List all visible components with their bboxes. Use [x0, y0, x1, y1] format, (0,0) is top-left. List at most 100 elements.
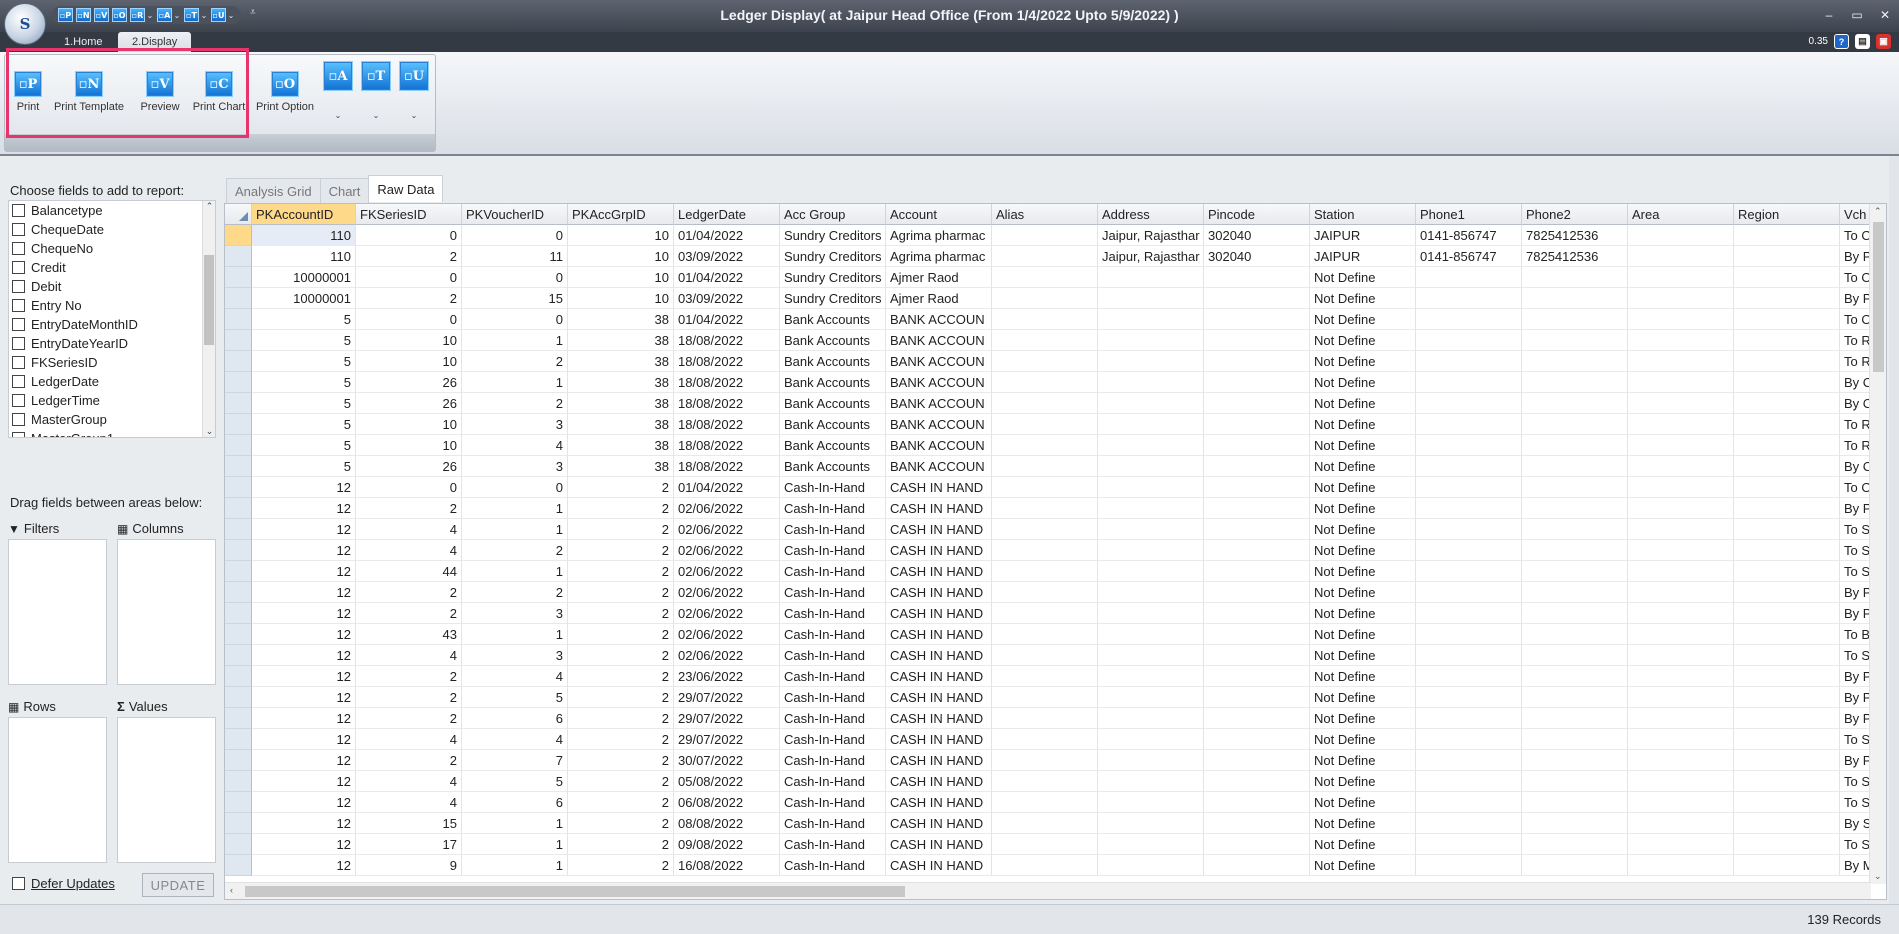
table-cell[interactable]: 02/06/2022: [674, 498, 780, 519]
table-cell[interactable]: [992, 498, 1098, 519]
table-cell[interactable]: CASH IN HAND: [886, 624, 992, 645]
table-cell[interactable]: [1098, 330, 1204, 351]
table-cell[interactable]: [1628, 414, 1734, 435]
table-cell[interactable]: [1098, 666, 1204, 687]
table-row[interactable]: 110 0 0 10 01/04/2022 Sundry Creditors Agrima …: [225, 225, 1886, 246]
table-cell[interactable]: 18/08/2022: [674, 435, 780, 456]
field-list-item[interactable]: MasterGroup: [9, 410, 215, 429]
table-cell[interactable]: Cash-In-Hand: [780, 624, 886, 645]
column-header[interactable]: FKSeriesID: [356, 204, 462, 225]
table-cell[interactable]: 29/07/2022: [674, 687, 780, 708]
column-header[interactable]: PKAccGrpID: [568, 204, 674, 225]
table-cell[interactable]: [1204, 414, 1310, 435]
table-cell[interactable]: [1204, 393, 1310, 414]
table-cell[interactable]: [1098, 351, 1204, 372]
table-cell[interactable]: Not Define: [1310, 372, 1416, 393]
table-cell[interactable]: 10: [568, 288, 674, 309]
table-cell[interactable]: [1522, 750, 1628, 771]
row-selector[interactable]: [225, 561, 252, 582]
table-cell[interactable]: 02/06/2022: [674, 582, 780, 603]
table-cell[interactable]: 5: [252, 330, 356, 351]
field-list-item[interactable]: LedgerDate: [9, 372, 215, 391]
scrollbar-thumb[interactable]: [204, 255, 214, 345]
table-cell[interactable]: [1204, 813, 1310, 834]
table-cell[interactable]: Bank Accounts: [780, 456, 886, 477]
table-cell[interactable]: 12: [252, 645, 356, 666]
table-cell[interactable]: [1628, 687, 1734, 708]
table-cell[interactable]: CASH IN HAND: [886, 750, 992, 771]
table-cell[interactable]: [1734, 687, 1840, 708]
table-cell[interactable]: [1734, 225, 1840, 246]
table-cell[interactable]: 1: [462, 372, 568, 393]
table-cell[interactable]: [1628, 813, 1734, 834]
table-cell[interactable]: 17: [356, 834, 462, 855]
table-cell[interactable]: [1628, 351, 1734, 372]
table-cell[interactable]: 12: [252, 771, 356, 792]
table-cell[interactable]: Not Define: [1310, 624, 1416, 645]
table-cell[interactable]: JAIPUR: [1310, 225, 1416, 246]
table-cell[interactable]: [992, 351, 1098, 372]
table-cell[interactable]: [992, 666, 1098, 687]
table-cell[interactable]: [1416, 288, 1522, 309]
table-cell[interactable]: 38: [568, 435, 674, 456]
table-row[interactable]: 12 0 0 2 01/04/2022 Cash-In-Hand CASH IN HAND N…: [225, 477, 1886, 498]
table-cell[interactable]: 38: [568, 372, 674, 393]
table-cell[interactable]: 3: [462, 603, 568, 624]
table-cell[interactable]: [992, 246, 1098, 267]
table-cell[interactable]: 4: [462, 729, 568, 750]
table-cell[interactable]: 15: [356, 813, 462, 834]
export-a-dropdown[interactable]: ▫A ⌄: [321, 61, 355, 120]
table-cell[interactable]: 0: [356, 477, 462, 498]
table-cell[interactable]: [1522, 729, 1628, 750]
table-cell[interactable]: [1098, 498, 1204, 519]
table-cell[interactable]: [1416, 561, 1522, 582]
table-cell[interactable]: [1416, 498, 1522, 519]
table-cell[interactable]: 10: [568, 267, 674, 288]
table-cell[interactable]: [1522, 519, 1628, 540]
table-cell[interactable]: [992, 771, 1098, 792]
table-cell[interactable]: [992, 519, 1098, 540]
table-cell[interactable]: [1522, 456, 1628, 477]
customize-toolbar-icon[interactable]: ⩡: [250, 7, 256, 18]
table-cell[interactable]: [1416, 435, 1522, 456]
table-cell[interactable]: [1628, 708, 1734, 729]
table-cell[interactable]: Not Define: [1310, 414, 1416, 435]
row-selector[interactable]: [225, 372, 252, 393]
table-cell[interactable]: [1098, 855, 1204, 876]
column-header[interactable]: Account: [886, 204, 992, 225]
table-cell[interactable]: 5: [252, 435, 356, 456]
row-selector[interactable]: [225, 393, 252, 414]
table-cell[interactable]: 2: [356, 582, 462, 603]
table-cell[interactable]: [992, 393, 1098, 414]
table-cell[interactable]: [1098, 456, 1204, 477]
table-cell[interactable]: [1628, 309, 1734, 330]
column-header[interactable]: Phone1: [1416, 204, 1522, 225]
table-cell[interactable]: CASH IN HAND: [886, 771, 992, 792]
table-cell[interactable]: CASH IN HAND: [886, 645, 992, 666]
table-cell[interactable]: 38: [568, 456, 674, 477]
table-cell[interactable]: 12: [252, 603, 356, 624]
table-cell[interactable]: [1204, 708, 1310, 729]
table-cell[interactable]: 5: [252, 393, 356, 414]
table-cell[interactable]: Not Define: [1310, 813, 1416, 834]
table-cell[interactable]: [1098, 372, 1204, 393]
table-cell[interactable]: [1522, 708, 1628, 729]
table-cell[interactable]: [1416, 666, 1522, 687]
table-cell[interactable]: [1734, 246, 1840, 267]
table-cell[interactable]: Bank Accounts: [780, 372, 886, 393]
table-cell[interactable]: 38: [568, 393, 674, 414]
table-cell[interactable]: 12: [252, 624, 356, 645]
table-cell[interactable]: [1734, 456, 1840, 477]
table-row[interactable]: 12 4 2 2 02/06/2022 Cash-In-Hand CASH IN HAND N…: [225, 540, 1886, 561]
table-cell[interactable]: Not Define: [1310, 309, 1416, 330]
table-row[interactable]: 12 4 1 2 02/06/2022 Cash-In-Hand CASH IN HAND N…: [225, 519, 1886, 540]
column-header[interactable]: Phone2: [1522, 204, 1628, 225]
table-cell[interactable]: [1522, 330, 1628, 351]
table-cell[interactable]: 1: [462, 624, 568, 645]
export-u-dropdown[interactable]: ▫U ⌄: [397, 61, 431, 120]
table-cell[interactable]: [1204, 729, 1310, 750]
table-cell[interactable]: [1416, 687, 1522, 708]
table-cell[interactable]: 2: [356, 246, 462, 267]
quick-access-button[interactable]: ▫R ⌄: [130, 7, 154, 23]
table-cell[interactable]: [1522, 666, 1628, 687]
